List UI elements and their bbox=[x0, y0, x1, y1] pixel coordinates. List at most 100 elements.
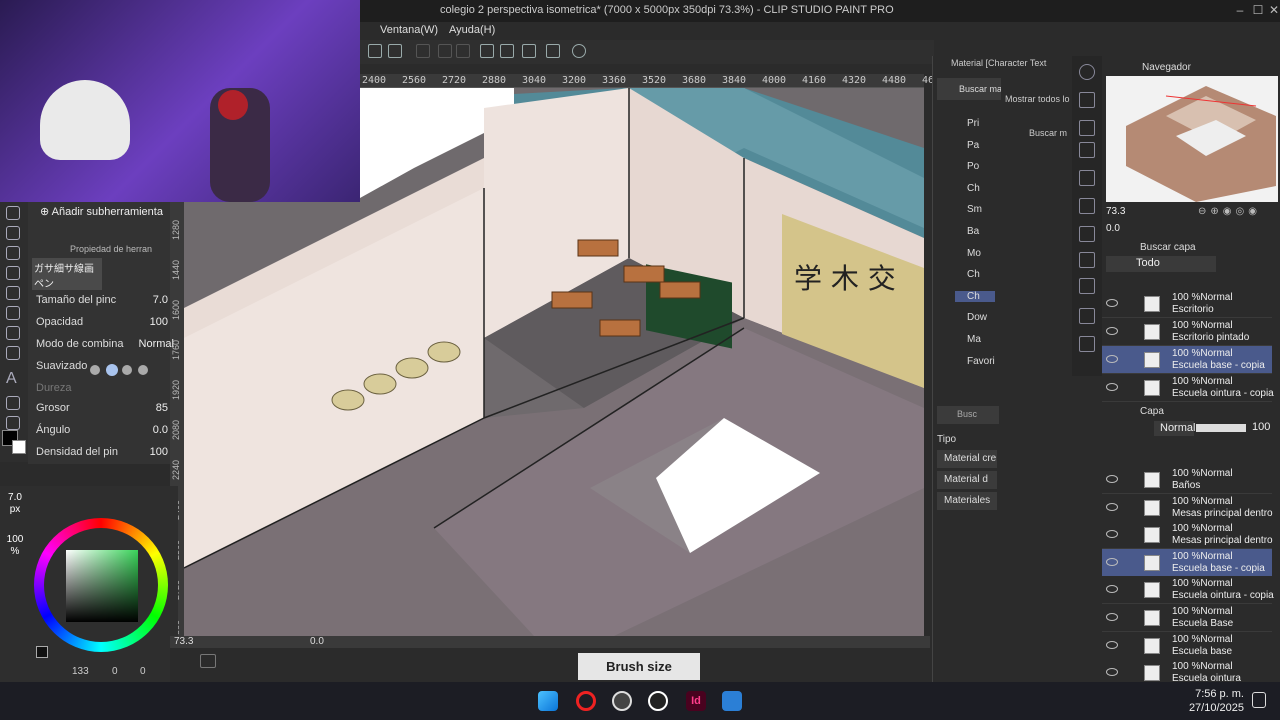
help-icon[interactable] bbox=[572, 44, 586, 58]
zoom-controls[interactable]: ⊖⊕◉◎◉ bbox=[1198, 206, 1278, 218]
saturation-value-square[interactable] bbox=[66, 550, 138, 622]
property-row[interactable]: Dureza bbox=[36, 382, 186, 400]
folder-icon[interactable] bbox=[1079, 120, 1095, 136]
material-tree-item[interactable]: Ba bbox=[955, 226, 995, 237]
notification-icon[interactable] bbox=[1252, 692, 1266, 708]
figure-icon[interactable] bbox=[6, 326, 20, 340]
blend-mode-select[interactable]: Normal bbox=[1154, 421, 1195, 436]
panel-toggle-icon[interactable] bbox=[200, 654, 216, 668]
list-icon[interactable] bbox=[546, 44, 560, 58]
property-row[interactable]: Opacidad 100 bbox=[36, 316, 186, 334]
property-row[interactable]: Ángulo 0.0 bbox=[36, 424, 186, 442]
layer-row[interactable]: 100 %Normal Escritorio pintado bbox=[1102, 318, 1272, 346]
layer-opacity-slider[interactable] bbox=[1196, 424, 1246, 432]
material-type-item[interactable]: Materiales bbox=[937, 492, 997, 510]
smoothing-options[interactable] bbox=[90, 362, 148, 378]
windows-start-icon[interactable] bbox=[538, 691, 558, 711]
sub-color-swatch[interactable] bbox=[12, 440, 26, 454]
material-tree-item[interactable]: Mo bbox=[955, 248, 995, 259]
layer-icon[interactable] bbox=[1079, 278, 1095, 294]
move-icon[interactable] bbox=[6, 246, 20, 260]
fill-icon[interactable] bbox=[368, 44, 382, 58]
layer-row[interactable]: 100 %Normal Escuela ointura - copia bbox=[1102, 374, 1274, 402]
layer-icon[interactable] bbox=[1079, 308, 1095, 324]
minimize-button[interactable]: – bbox=[1232, 3, 1248, 17]
eye-icon[interactable] bbox=[1106, 640, 1118, 649]
app-icon[interactable] bbox=[722, 691, 742, 711]
maximize-button[interactable]: ☐ bbox=[1250, 3, 1266, 17]
layer-row[interactable]: 100 %Normal Mesas principal dentro bbox=[1102, 493, 1273, 522]
menu-ventana[interactable]: Ventana(W) bbox=[380, 24, 438, 36]
fill-icon[interactable] bbox=[6, 286, 20, 300]
eye-icon[interactable] bbox=[1106, 475, 1118, 483]
eye-icon[interactable] bbox=[1106, 530, 1118, 539]
layer-row[interactable]: 100 %Normal Escuela ointura - copia bbox=[1102, 576, 1274, 605]
material-tree-item[interactable]: Pa bbox=[955, 140, 995, 151]
close-icon[interactable] bbox=[1079, 336, 1095, 352]
material-tree-item[interactable]: Pri bbox=[955, 118, 995, 129]
layer-row[interactable]: 100 %Normal Mesas principal dentro bbox=[1102, 521, 1273, 550]
material-tree-item[interactable]: Ch bbox=[955, 183, 995, 194]
menu-ayuda[interactable]: Ayuda(H) bbox=[449, 24, 495, 36]
text-tool-icon[interactable]: A bbox=[6, 371, 20, 387]
correct-line-icon[interactable] bbox=[6, 416, 20, 430]
eye-icon[interactable] bbox=[1106, 327, 1118, 335]
pen-icon[interactable] bbox=[6, 266, 20, 280]
layer-icon[interactable] bbox=[1079, 252, 1095, 268]
pen-ruler-icon[interactable] bbox=[500, 44, 514, 58]
material-tree-item[interactable]: Ch bbox=[955, 269, 995, 280]
layer-row[interactable]: 100 %Normal Escuela Base bbox=[1102, 604, 1272, 632]
close-icon[interactable] bbox=[1079, 198, 1095, 214]
eye-icon[interactable] bbox=[1106, 355, 1118, 363]
system-clock[interactable]: 7:56 p. m. 27/10/2025 bbox=[1189, 687, 1244, 715]
opera-icon[interactable] bbox=[576, 691, 596, 711]
eye-icon[interactable] bbox=[1106, 585, 1118, 594]
clip-studio-paint-icon[interactable] bbox=[648, 691, 668, 711]
layer-row[interactable]: 100 %Normal Escuela base bbox=[1102, 631, 1272, 660]
material-tree-item[interactable]: Ma bbox=[955, 334, 995, 345]
close-icon[interactable] bbox=[1079, 92, 1095, 108]
property-row[interactable]: Modo de combina Normal bbox=[36, 338, 186, 356]
layer-row[interactable]: 100 %Normal Escuela base - copia bbox=[1102, 346, 1272, 374]
material-tree-item[interactable]: Favori bbox=[955, 356, 995, 367]
property-row[interactable]: Densidad del pin 100 bbox=[36, 446, 186, 464]
navigator-preview[interactable] bbox=[1106, 76, 1278, 202]
ruler-icon[interactable] bbox=[480, 44, 494, 58]
close-icon[interactable] bbox=[1079, 170, 1095, 186]
balloon-icon[interactable] bbox=[6, 396, 20, 410]
eye-icon[interactable] bbox=[1106, 557, 1118, 566]
material-type-item[interactable]: Material cre bbox=[937, 450, 997, 468]
material-tree-item[interactable]: Sm bbox=[955, 204, 995, 215]
property-row[interactable]: Tamaño del pinc 7.0 bbox=[36, 294, 186, 312]
eye-icon[interactable] bbox=[1106, 502, 1118, 511]
layer-row[interactable]: 100 %Normal Escuela base - copia bbox=[1102, 548, 1272, 577]
eye-icon[interactable] bbox=[1106, 383, 1118, 391]
search-icon[interactable] bbox=[1079, 64, 1095, 80]
layer-icon[interactable] bbox=[1079, 226, 1095, 242]
property-value[interactable]: 85 bbox=[156, 402, 168, 414]
ruler-link-icon[interactable] bbox=[522, 44, 536, 58]
eye-icon[interactable] bbox=[1106, 299, 1118, 307]
layer-filter-select[interactable]: Todo bbox=[1106, 256, 1216, 272]
layer-row[interactable]: 100 %Normal Escritorio bbox=[1102, 290, 1272, 318]
ruler-tool-icon[interactable] bbox=[6, 346, 20, 360]
transform-icon[interactable] bbox=[388, 44, 402, 58]
search-material-button[interactable]: Buscar mate bbox=[937, 78, 1001, 100]
property-value[interactable]: 7.0 bbox=[153, 294, 168, 306]
property-value[interactable]: 100 bbox=[150, 316, 168, 328]
material-tree-item[interactable]: Po bbox=[955, 161, 995, 172]
gradient-icon[interactable] bbox=[6, 306, 20, 320]
search-material-2[interactable]: Buscar m bbox=[1029, 128, 1067, 138]
current-color-small[interactable] bbox=[36, 646, 48, 658]
layer-row[interactable]: 100 %Normal Baños bbox=[1102, 466, 1272, 494]
close-button[interactable]: ✕ bbox=[1266, 3, 1280, 17]
dropper-icon[interactable] bbox=[6, 206, 20, 220]
add-subtool-button[interactable]: ⊕ Añadir subherramienta bbox=[40, 205, 163, 218]
close-icon[interactable] bbox=[1079, 142, 1095, 158]
indesign-icon[interactable]: Id bbox=[686, 691, 706, 711]
property-value[interactable]: Normal bbox=[139, 338, 174, 350]
property-row[interactable]: Grosor 85 bbox=[36, 402, 186, 420]
material-tree-item[interactable]: Dow bbox=[955, 312, 995, 323]
eye-icon[interactable] bbox=[1106, 668, 1118, 677]
material-search-field[interactable]: Busc bbox=[937, 406, 999, 424]
